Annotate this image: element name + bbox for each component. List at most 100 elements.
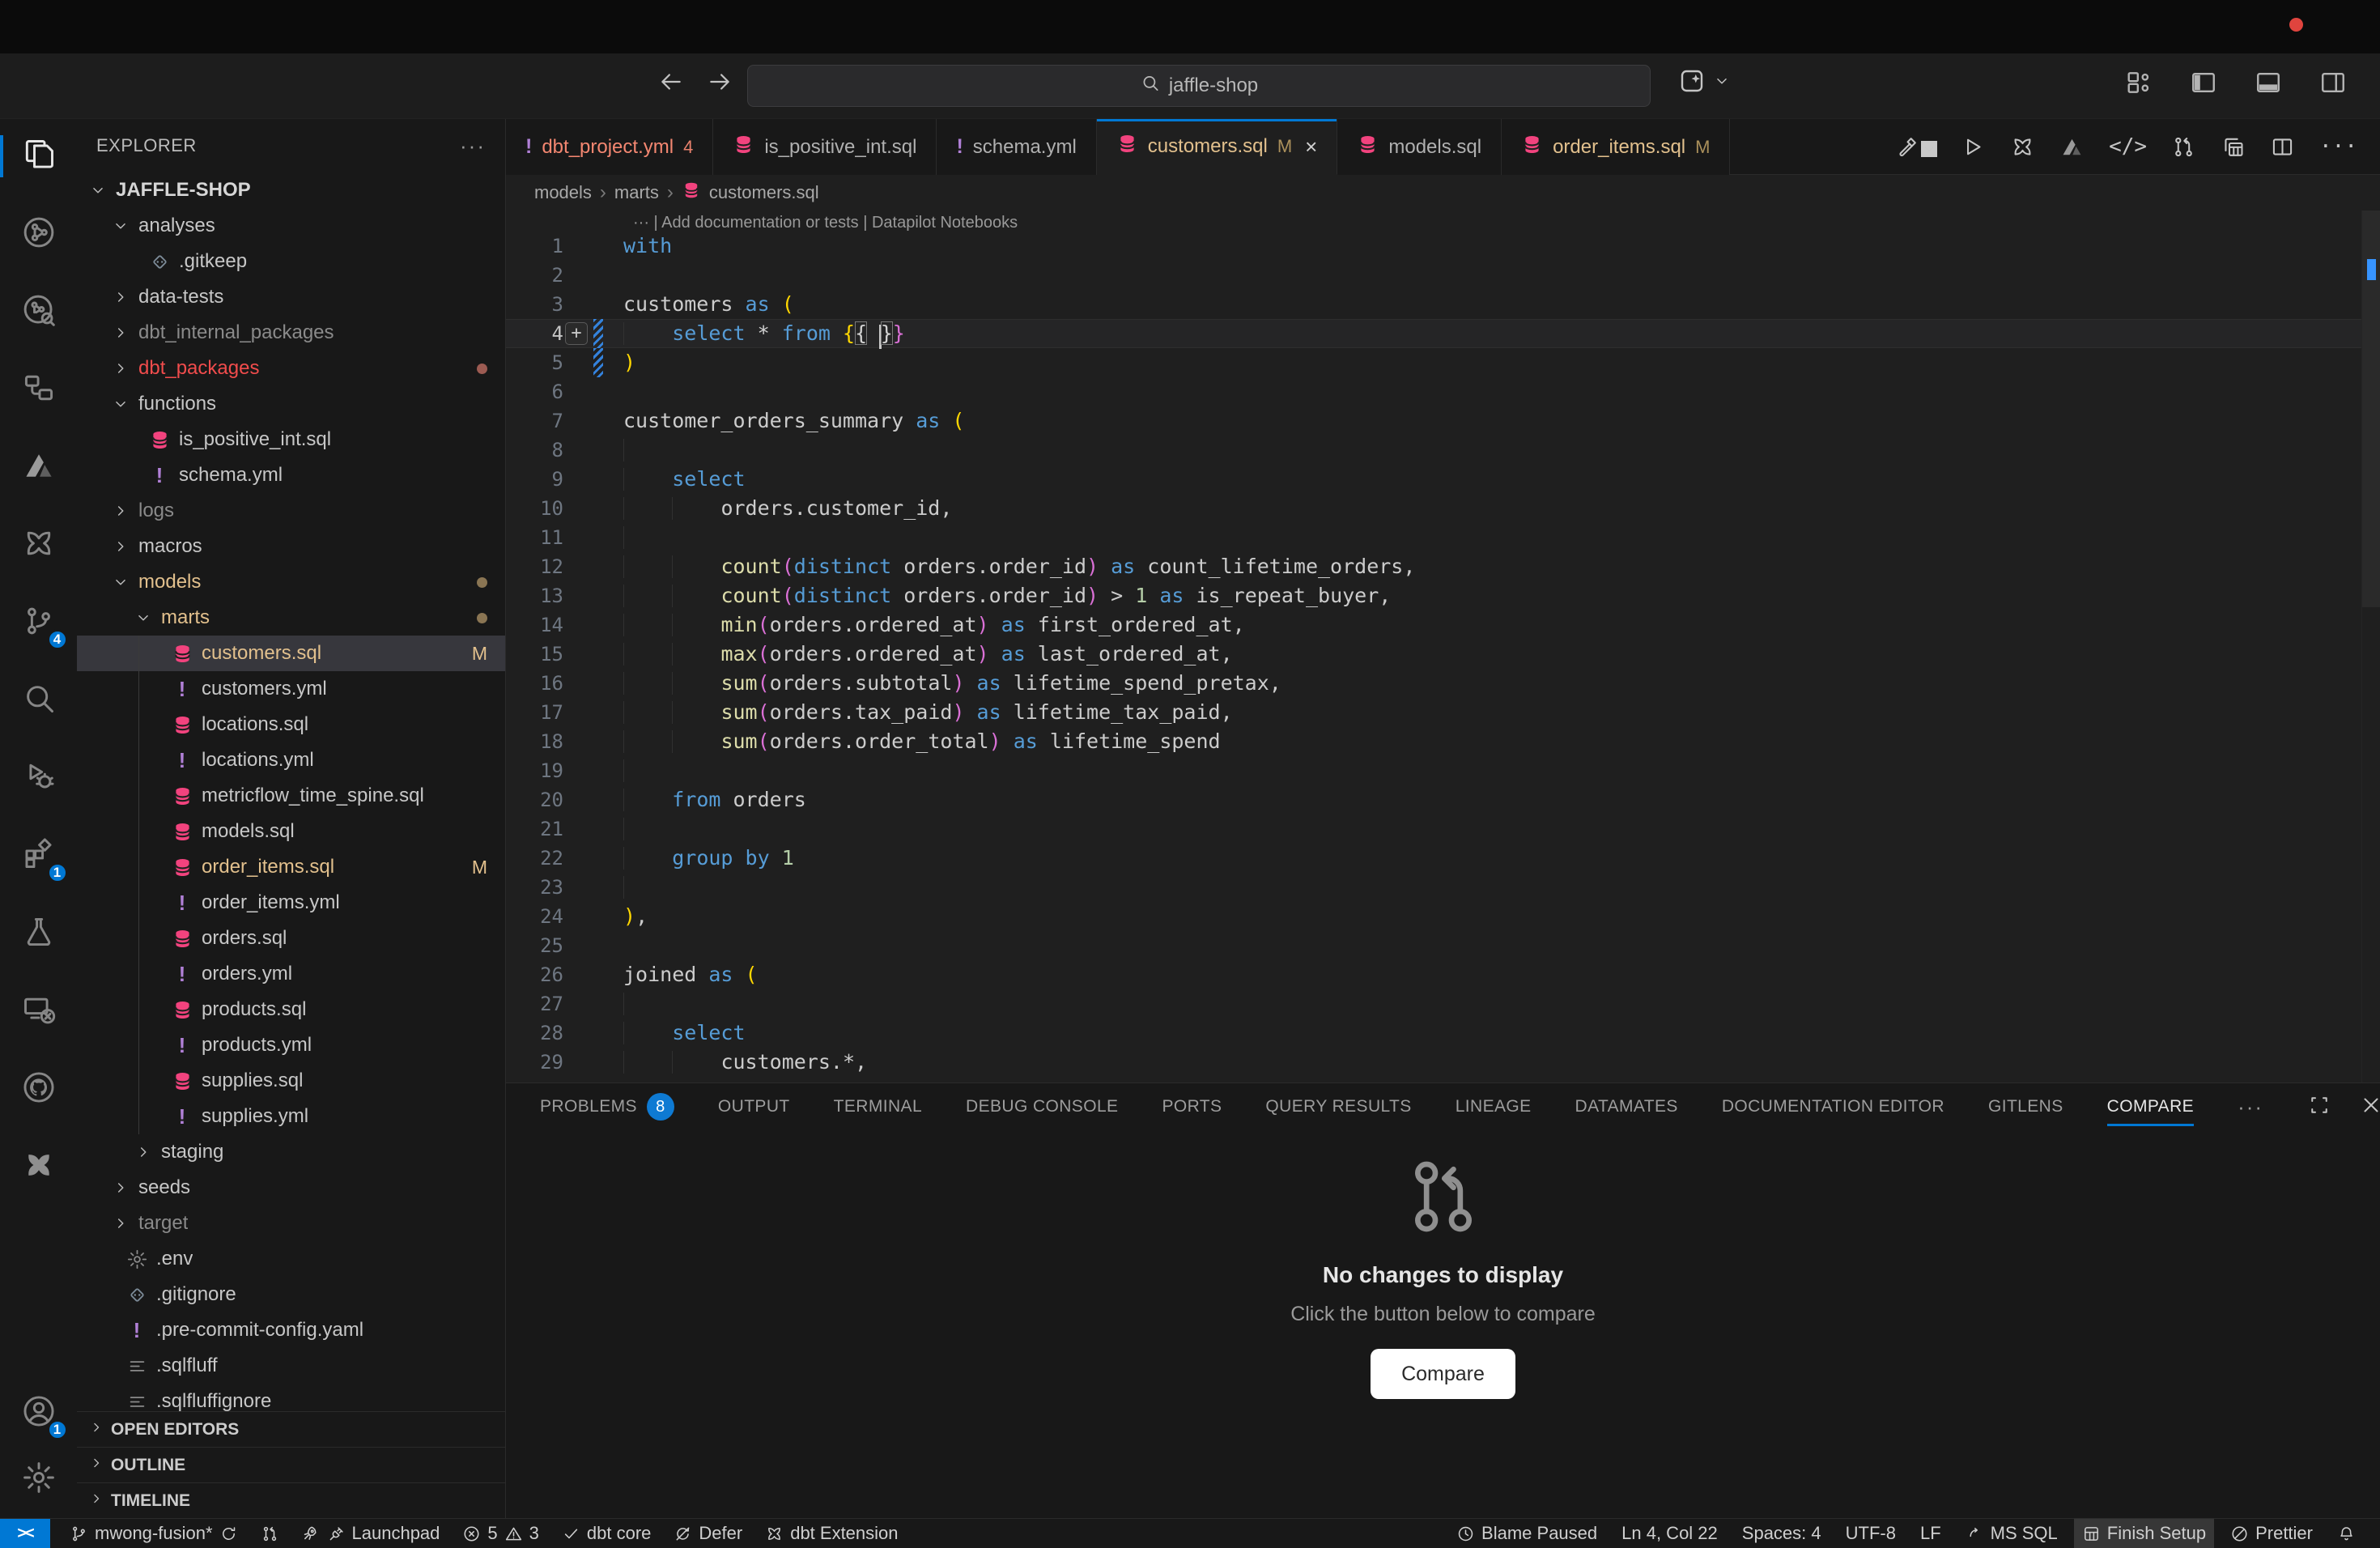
sidebar-item-customers-sql[interactable]: customers.sqlM [77,636,505,671]
sidebar-item-env[interactable]: .env [77,1241,505,1277]
split-editor-icon[interactable] [2270,134,2295,159]
code-line-11[interactable]: 11 [506,523,2361,552]
status-problems-summary[interactable]: 53 [454,1519,547,1548]
sidebar-item-supplies-sql[interactable]: supplies.sql [77,1063,505,1099]
panel-tab-lineage[interactable]: LINEAGE [1456,1083,1532,1130]
editor-scrollbar[interactable] [2361,211,2380,1082]
sidebar-item-products-yml[interactable]: !products.yml [77,1027,505,1063]
compiled-code-icon[interactable]: </> [2109,134,2147,159]
status-compare-status[interactable] [253,1519,287,1548]
activity-item-settings[interactable] [13,1453,65,1505]
panel-left-icon[interactable] [2189,68,2218,101]
panel-tab-problems[interactable]: PROBLEMS8 [540,1083,674,1130]
status-eol[interactable]: LF [1912,1519,1949,1548]
tab-dbt-project-yml[interactable]: !dbt_project.yml4 [506,119,713,175]
forward-arrow-icon[interactable] [706,68,733,100]
activity-item-remote-explorer[interactable] [13,985,65,1037]
more-actions-icon[interactable]: ··· [2319,134,2357,159]
add-line-action-icon[interactable]: + [565,322,588,345]
close-icon[interactable]: × [1305,134,1317,159]
status-launchpad[interactable]: Launchpad [294,1519,448,1548]
code-line-4[interactable]: 4+ select * from {{ }} [506,319,2361,348]
layout-grid-icon[interactable] [2124,68,2153,101]
code-line-9[interactable]: 9 select [506,465,2361,494]
sidebar-item-sqlfluffignore[interactable]: .sqlfluffignore [77,1384,505,1411]
code-line-29[interactable]: 29 customers.*, [506,1048,2361,1077]
panel-right-icon[interactable] [2318,68,2348,101]
sidebar-item-target[interactable]: target [77,1206,505,1241]
code-line-7[interactable]: 7customer_orders_summary as ( [506,406,2361,436]
sidebar-item-sqlfluff[interactable]: .sqlfluff [77,1348,505,1384]
panel-tab-documentation-editor[interactable]: DOCUMENTATION EDITOR [1722,1083,1944,1130]
back-arrow-icon[interactable] [657,68,685,100]
query-table-icon[interactable] [2221,134,2246,159]
activity-item-search[interactable] [13,674,65,726]
code-line-2[interactable]: 2 [506,261,2361,290]
code-line-18[interactable]: 18 sum(orders.order_total) as lifetime_s… [506,727,2361,756]
datafold-action-icon[interactable] [2059,134,2085,159]
compare-button[interactable]: Compare [1371,1349,1515,1399]
sidebar-item-jaffle-shop[interactable]: JAFFLE-SHOP [77,172,505,208]
code-line-20[interactable]: 20 from orders [506,785,2361,814]
status-git-branch[interactable]: mwong-fusion* [62,1519,246,1548]
sidebar-item-order-items-yml[interactable]: !order_items.yml [77,885,505,921]
status-blame[interactable]: Blame Paused [1448,1519,1605,1548]
codelens[interactable]: ··· | Add documentation or tests | Datap… [633,214,1018,232]
activity-item-testing[interactable] [13,908,65,959]
sidebar-item-dbt-internal-packages[interactable]: dbt_internal_packages [77,315,505,351]
code-line-17[interactable]: 17 sum(orders.tax_paid) as lifetime_tax_… [506,698,2361,727]
code-line-26[interactable]: 26joined as ( [506,960,2361,989]
sidebar-item-order-items-sql[interactable]: order_items.sqlM [77,849,505,885]
code-line-3[interactable]: 3customers as ( [506,290,2361,319]
sidebar-item-data-tests[interactable]: data-tests [77,279,505,315]
sidebar-item-logs[interactable]: logs [77,493,505,529]
activity-item-run-debug[interactable] [13,752,65,804]
sidebar-item-models-sql[interactable]: models.sql [77,814,505,849]
status-defer[interactable]: Defer [665,1519,750,1548]
tab-order-items-sql[interactable]: order_items.sqlM [1502,119,1730,175]
code-line-8[interactable]: 8 [506,436,2361,465]
sidebar-item-gitignore[interactable]: .gitignore [77,1277,505,1312]
sidebar-item-macros[interactable]: macros [77,529,505,564]
sidebar-item-models[interactable]: models [77,564,505,600]
sidebar-item-customers-yml[interactable]: !customers.yml [77,671,505,707]
tab-schema-yml[interactable]: !schema.yml [937,119,1096,175]
sidebar-section-outline[interactable]: OUTLINE [77,1447,505,1482]
status-encoding[interactable]: UTF-8 [1838,1519,1904,1548]
activity-item-source-control[interactable]: 4 [13,597,65,649]
dbt-action-icon[interactable] [2010,134,2035,159]
code-line-21[interactable]: 21 [506,814,2361,844]
breadcrumb-item-models[interactable]: models [534,182,592,203]
breadcrumb-item-marts[interactable]: marts [614,182,659,203]
activity-item-github[interactable] [13,1063,65,1115]
sidebar-section-open-editors[interactable]: OPEN EDITORS [77,1411,505,1447]
panel-tab-datamates[interactable]: DATAMATES [1575,1083,1678,1130]
sidebar-item-staging[interactable]: staging [77,1134,505,1170]
activity-item-datafold[interactable] [13,441,65,493]
panel-tab-gitlens[interactable]: GITLENS [1988,1083,2063,1130]
tab-customers-sql[interactable]: customers.sqlM× [1097,119,1338,175]
status-prettier[interactable]: Prettier [2222,1519,2321,1548]
activity-item-lineage-search[interactable] [13,286,65,338]
sidebar-item-locations-sql[interactable]: locations.sql [77,707,505,742]
code-line-15[interactable]: 15 max(orders.ordered_at) as last_ordere… [506,640,2361,669]
status-language-mode[interactable]: MS SQL [1957,1519,2066,1548]
sidebar-section-timeline[interactable]: TIMELINE [77,1482,505,1518]
maximize-panel-icon[interactable] [2307,1093,2331,1121]
sidebar-item-products-sql[interactable]: products.sql [77,992,505,1027]
close-panel-icon[interactable] [2359,1093,2380,1121]
code-line-12[interactable]: 12 count(distinct orders.order_id) as co… [506,552,2361,581]
sidebar-item-metricflow-time-spine-sql[interactable]: metricflow_time_spine.sql [77,778,505,814]
activity-item-dbt[interactable] [13,1141,65,1193]
code-line-23[interactable]: 23 [506,873,2361,902]
build-icon[interactable] [1894,134,1936,159]
breadcrumb-item-customers-sql[interactable]: customers.sql [709,182,819,203]
sidebar-item-analyses[interactable]: analyses [77,208,505,244]
code-line-19[interactable]: 19 [506,756,2361,785]
command-center-search[interactable]: jaffle-shop [747,65,1651,107]
sidebar-item-locations-yml[interactable]: !locations.yml [77,742,505,778]
activity-item-extensions[interactable]: 1 [13,830,65,882]
code-line-22[interactable]: 22 group by 1 [506,844,2361,873]
breadcrumb[interactable]: models›marts›customers.sql [506,175,2380,211]
explorer-more-icon[interactable]: ··· [460,134,486,159]
